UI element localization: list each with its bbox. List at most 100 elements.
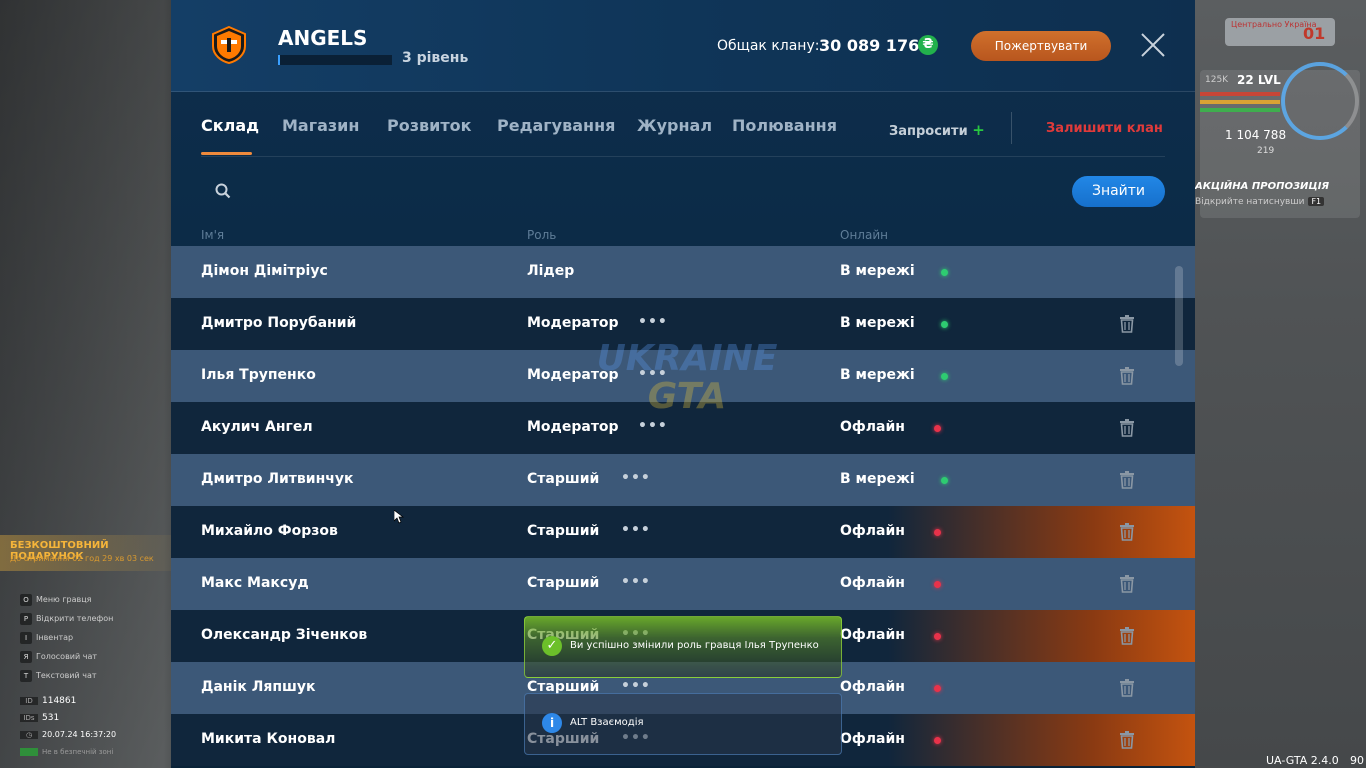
offline-dot-icon — [934, 425, 941, 432]
trash-icon[interactable] — [1119, 315, 1135, 333]
member-role: Модератор — [527, 315, 619, 331]
trash-icon[interactable] — [1119, 679, 1135, 697]
check-icon: ✓ — [542, 636, 562, 656]
member-name: Михайло Форзов — [201, 523, 338, 539]
column-header-role: Роль — [527, 228, 557, 242]
member-status: Офлайн — [840, 523, 905, 539]
offline-dot-icon — [934, 737, 941, 744]
find-button[interactable]: Знайти — [1072, 176, 1165, 207]
role-menu-icon[interactable]: ••• — [638, 314, 668, 330]
hud-stamina-bar — [1200, 108, 1280, 112]
member-name: Дмитро Литвинчук — [201, 471, 354, 487]
hud-offer-title: АКЦІЙНА ПРОПОЗИЦІЯ — [1195, 181, 1330, 192]
role-menu-icon[interactable]: ••• — [638, 366, 668, 382]
plus-icon: + — [972, 121, 985, 139]
hud-level: 22 LVL — [1237, 73, 1281, 87]
clan-header: ANGELS 3 рівень Общак клану: 30 089 176 … — [171, 0, 1195, 92]
clan-balance-label: Общак клану: — [717, 38, 820, 54]
hotkey: P Відкрити телефон — [20, 613, 113, 625]
member-name: Ілья Трупенко — [201, 367, 316, 383]
online-dot-icon — [941, 373, 948, 380]
divider — [1011, 112, 1012, 144]
tab-roster[interactable]: Склад — [201, 116, 259, 135]
clan-name: ANGELS — [278, 26, 368, 50]
table-row[interactable]: Акулич Ангел Модератор ••• Офлайн — [171, 402, 1195, 454]
online-dot-icon — [941, 477, 948, 484]
player-id: ID 114861 — [20, 696, 76, 706]
tab-shop[interactable]: Магазин — [282, 116, 359, 135]
column-header-online: Онлайн — [840, 228, 888, 242]
role-menu-icon[interactable]: ••• — [621, 574, 651, 590]
clan-tabs: Склад Магазин Розвиток Редагування Журна… — [201, 112, 1165, 157]
invite-button[interactable]: Запросити + — [889, 121, 985, 139]
member-role: Старший — [527, 575, 600, 591]
member-role: Старший — [527, 471, 600, 487]
member-status: Офлайн — [840, 627, 905, 643]
tab-development[interactable]: Розвиток — [387, 116, 471, 135]
trash-icon[interactable] — [1119, 731, 1135, 749]
scrollbar[interactable] — [1175, 266, 1183, 366]
member-role: Старший — [527, 523, 600, 539]
member-name: Акулич Ангел — [201, 419, 313, 435]
tab-hunting[interactable]: Полювання — [732, 116, 837, 135]
member-status: В мережі — [840, 315, 915, 331]
table-row[interactable]: Дмитро Литвинчук Старший ••• В мережі — [171, 454, 1195, 506]
table-row[interactable]: Дімон Дімітріус Лідер В мережі — [171, 246, 1195, 298]
tab-editing[interactable]: Редагування — [497, 116, 615, 135]
success-notification: ✓ Ви успішно змінили роль гравця Ілья Тр… — [524, 616, 842, 678]
table-row[interactable]: Михайло Форзов Старший ••• Офлайн — [171, 506, 1195, 558]
role-menu-icon[interactable]: ••• — [621, 522, 651, 538]
hotkey: T Текстовий чат — [20, 670, 97, 682]
hud-level-ring — [1281, 62, 1359, 140]
donate-button[interactable]: Пожертвувати — [971, 31, 1111, 61]
member-name: Данік Ляпшук — [201, 679, 316, 695]
leave-clan-button[interactable]: Залишити клан — [1046, 121, 1163, 136]
gift-sub: До отримання 02 год 29 хв 03 сек — [10, 554, 154, 563]
column-header-name: Ім'я — [201, 228, 225, 242]
tab-log[interactable]: Журнал — [637, 116, 712, 135]
member-name: Макс Максуд — [201, 575, 309, 591]
member-status: В мережі — [840, 263, 915, 279]
hotkey: Я Голосовий чат — [20, 651, 97, 663]
trash-icon[interactable] — [1119, 575, 1135, 593]
trash-icon[interactable] — [1119, 471, 1135, 489]
clan-level-progress — [278, 55, 392, 65]
online-dot-icon — [941, 269, 948, 276]
mouse-cursor-icon — [393, 509, 405, 524]
hud-health-bar — [1200, 92, 1280, 96]
role-menu-icon[interactable]: ••• — [621, 678, 651, 694]
datetime: ◷ 20.07.24 16:37:20 — [20, 730, 116, 739]
player-ids: IDs 531 — [20, 713, 59, 723]
table-row[interactable]: Макс Максуд Старший ••• Офлайн — [171, 558, 1195, 610]
trash-icon[interactable] — [1119, 627, 1135, 645]
close-icon[interactable] — [1141, 33, 1165, 57]
hud-xp: 125K — [1205, 75, 1229, 85]
trash-icon[interactable] — [1119, 419, 1135, 437]
member-name: Микита Коновал — [201, 731, 336, 747]
table-row[interactable]: Дмитро Порубаний Модератор ••• В мережі — [171, 298, 1195, 350]
offline-dot-icon — [934, 633, 941, 640]
member-status: В мережі — [840, 367, 915, 383]
trash-icon[interactable] — [1119, 367, 1135, 385]
role-menu-icon[interactable]: ••• — [638, 418, 668, 434]
hud-coins: 219 — [1257, 146, 1275, 156]
hud-offer-sub: Відкрийте натиснувши F1 — [1195, 197, 1325, 207]
table-row[interactable]: Ілья Трупенко Модератор ••• В мережі — [171, 350, 1195, 402]
info-icon: i — [542, 713, 562, 733]
hud-region-number: 01 — [1303, 24, 1326, 43]
online-dot-icon — [941, 321, 948, 328]
member-name: Дмитро Порубаний — [201, 315, 357, 331]
hud-hunger-bar — [1200, 100, 1280, 104]
hud-offer-key: F1 — [1308, 197, 1325, 206]
member-role: Модератор — [527, 419, 619, 435]
hryvnia-icon: ₴ — [918, 35, 938, 55]
members-table: Дімон Дімітріус Лідер В мережі Дмитро Поруб… — [171, 246, 1195, 766]
hud-money: 1 104 788 — [1225, 128, 1287, 142]
member-name: Олександр Зіченков — [201, 627, 368, 643]
search-input[interactable] — [241, 176, 1065, 208]
info-notification: i ALT Взаємодія — [524, 693, 842, 755]
trash-icon[interactable] — [1119, 523, 1135, 541]
hud-right: Центрально Україна 01 125K 22 LVL 1 104 … — [1195, 0, 1366, 768]
role-menu-icon[interactable]: ••• — [621, 470, 651, 486]
offline-dot-icon — [934, 685, 941, 692]
